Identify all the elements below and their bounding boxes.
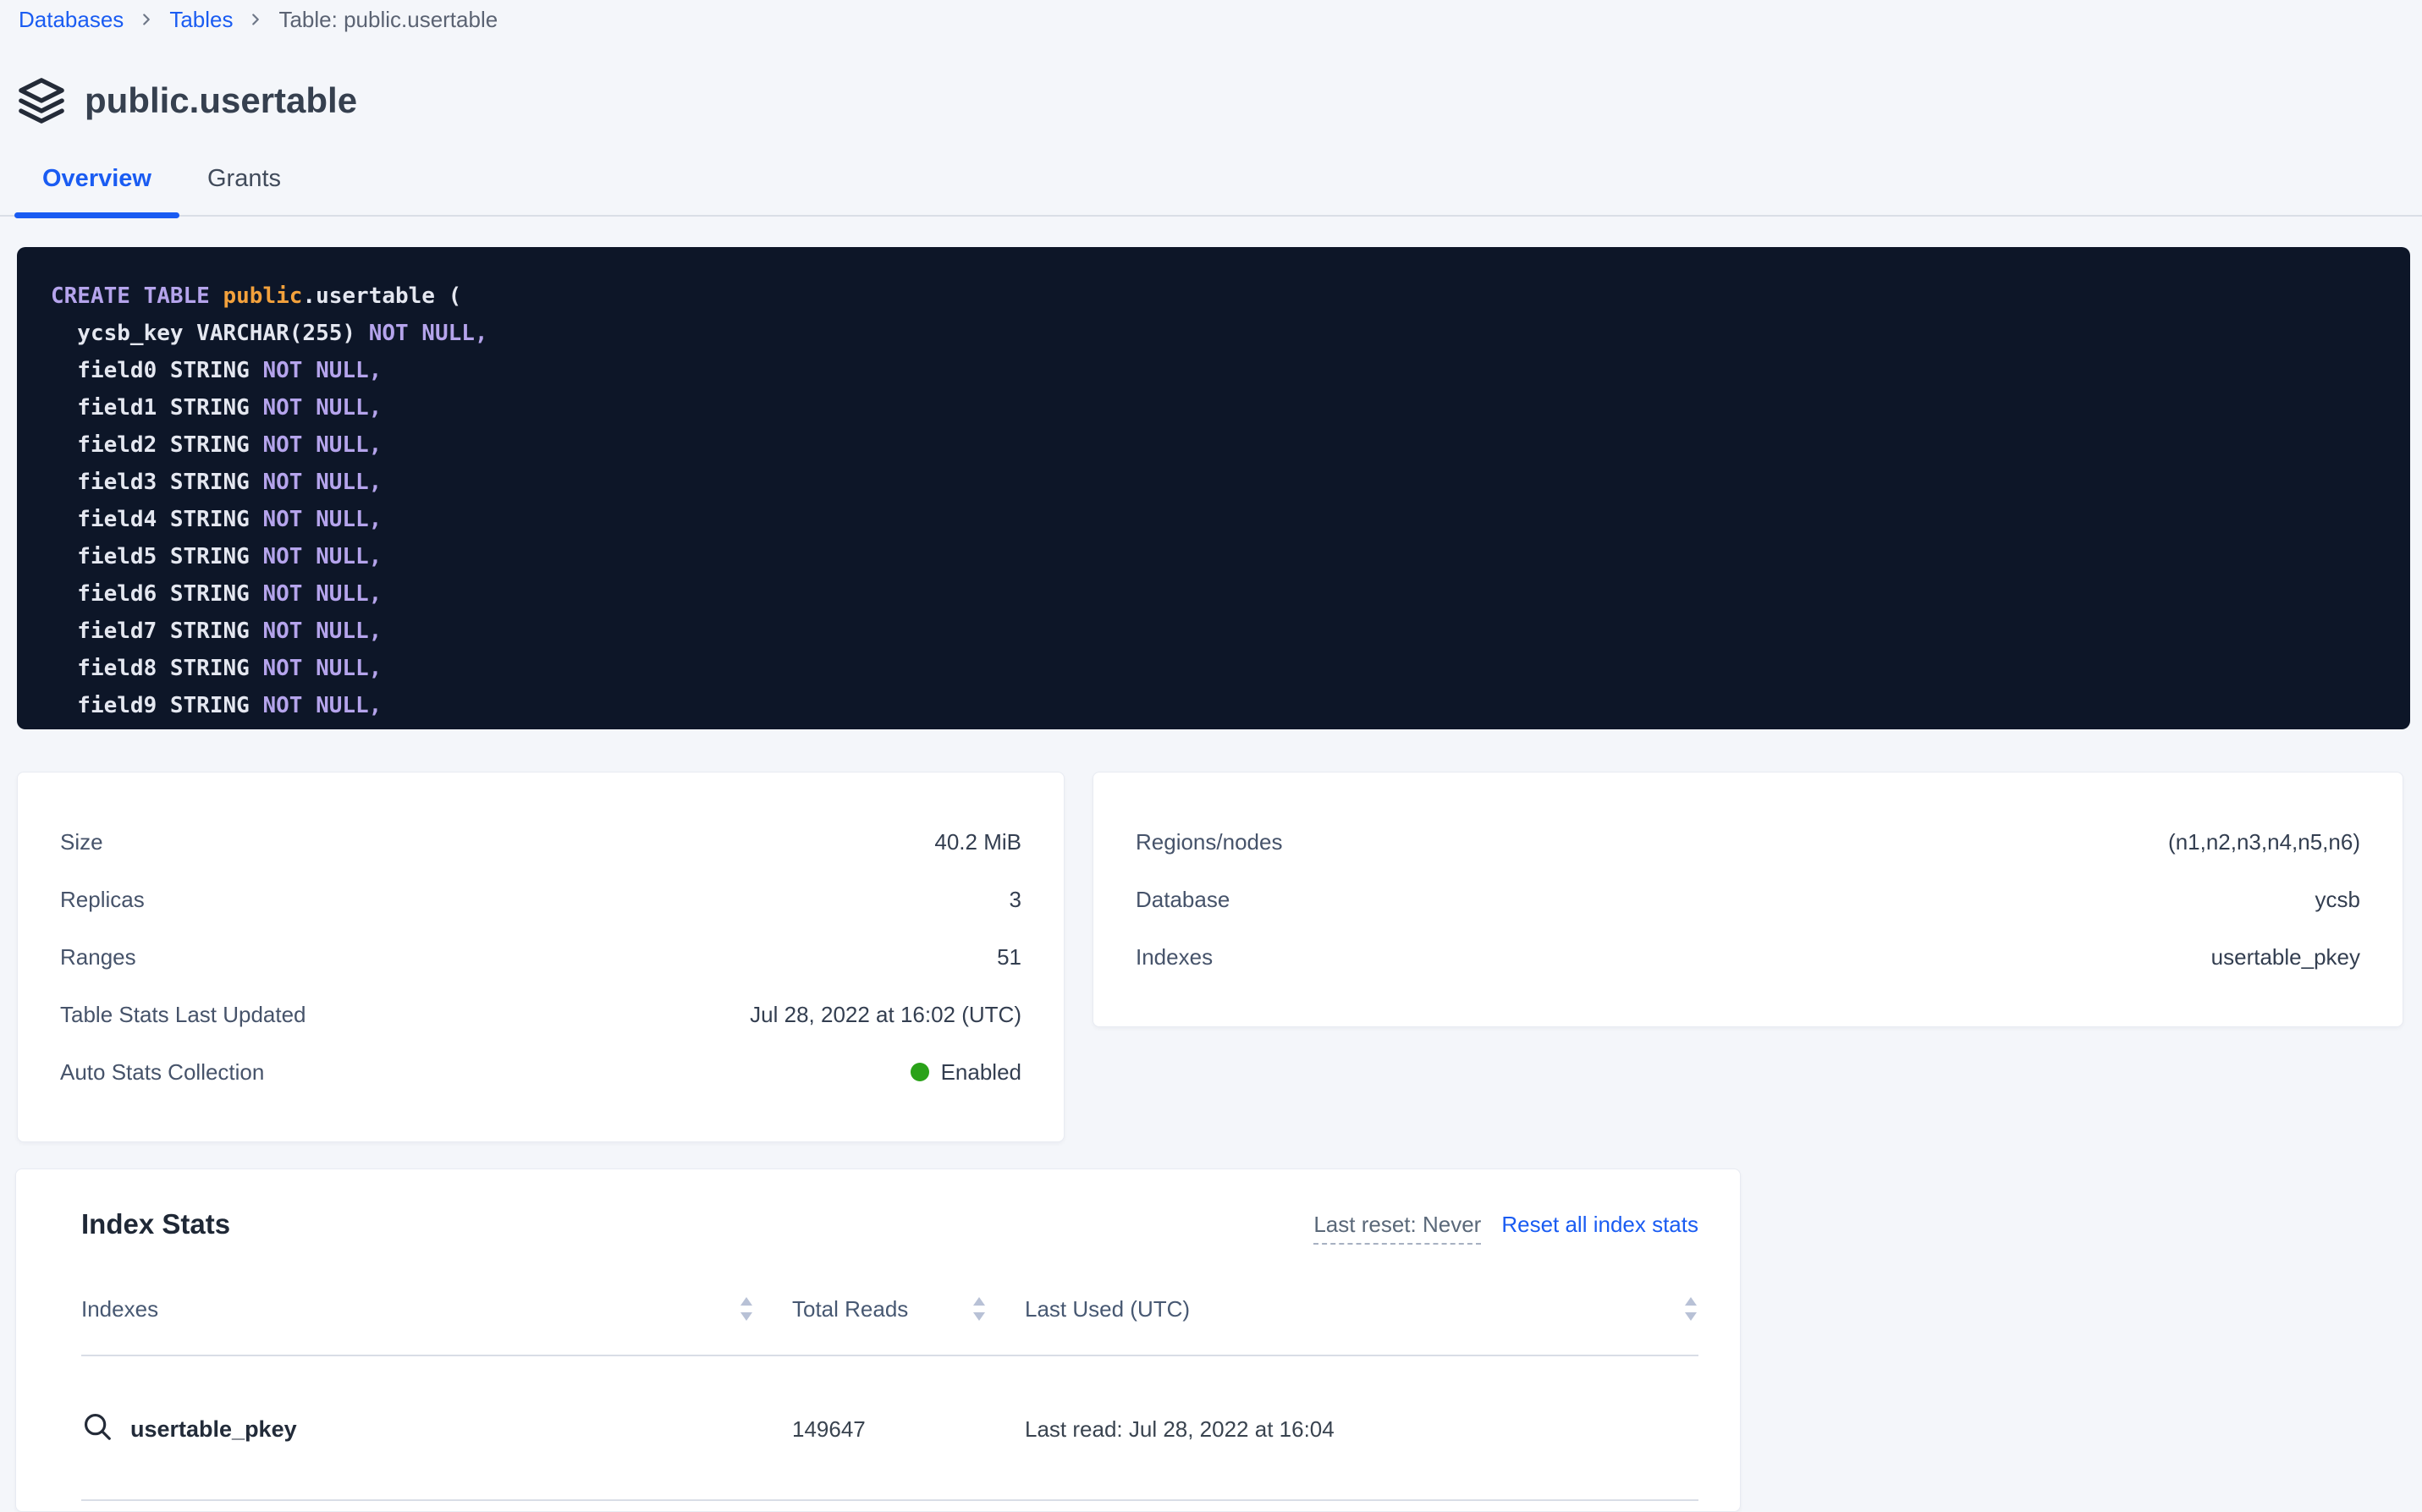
detail-value: 51: [997, 944, 1021, 970]
detail-row: Table Stats Last Updated Jul 28, 2022 at …: [60, 986, 1021, 1043]
detail-label: Regions/nodes: [1136, 829, 1282, 855]
sort-icon[interactable]: [972, 1295, 987, 1322]
detail-value: 40.2 MiB: [934, 829, 1021, 855]
detail-value: (n1,n2,n3,n4,n5,n6): [2168, 829, 2360, 855]
index-table-body: usertable_pkey 149647Last read: Jul 28, 2…: [81, 1356, 1698, 1501]
breadcrumb-tables[interactable]: Tables: [169, 7, 233, 33]
sql-line: CREATE TABLE public.usertable (: [51, 278, 2410, 315]
table-meta-card: Regions/nodes (n1,n2,n3,n4,n5,n6) Database…: [1093, 772, 2403, 1027]
sql-line: field4 STRING NOT NULL,: [51, 501, 2410, 538]
detail-label: Auto Stats Collection: [60, 1059, 264, 1086]
detail-label: Indexes: [1136, 944, 1213, 970]
detail-row: Database ycsb: [1136, 871, 2360, 928]
detail-row: Replicas 3: [60, 871, 1021, 928]
reset-index-stats-link[interactable]: Reset all index stats: [1501, 1212, 1698, 1238]
sql-line: field7 STRING NOT NULL,: [51, 613, 2410, 650]
detail-row: Size 40.2 MiB: [60, 813, 1021, 871]
last-reset-label: Last reset: Never: [1313, 1212, 1481, 1245]
sql-line: field1 STRING NOT NULL,: [51, 389, 2410, 426]
sql-line: field3 STRING NOT NULL,: [51, 464, 2410, 501]
index-name: usertable_pkey: [130, 1416, 297, 1443]
detail-label: Ranges: [60, 944, 136, 970]
breadcrumb: Databases Tables Table: public.usertable: [0, 0, 2422, 39]
detail-row: Indexes usertable_pkey: [1136, 928, 2360, 986]
total-reads-value: 149647: [792, 1416, 1025, 1443]
detail-value: ycsb: [2315, 887, 2360, 913]
tab-grants[interactable]: Grants: [179, 164, 309, 215]
index-table-row: usertable_pkey 149647Last read: Jul 28, 2…: [81, 1356, 1698, 1501]
details-section: Size 40.2 MiB Replicas 3 Ranges 51 Table Stats…: [17, 772, 2403, 1142]
index-stats-card: Index Stats Last reset: Never Reset all …: [15, 1168, 1741, 1512]
detail-label: Replicas: [60, 887, 145, 913]
table-details-card: Size 40.2 MiB Replicas 3 Ranges 51 Table Stats…: [17, 772, 1065, 1142]
detail-label: Size: [60, 829, 103, 855]
page-header: public.usertable: [17, 76, 2422, 125]
page-title: public.usertable: [85, 80, 357, 121]
breadcrumb-current: Table: public.usertable: [278, 7, 498, 33]
breadcrumb-databases[interactable]: Databases: [19, 7, 124, 33]
create-table-sql-block: CREATE TABLE public.usertable ( ycsb_key…: [17, 247, 2410, 729]
column-header-last-used[interactable]: Last Used (UTC): [1025, 1295, 1698, 1322]
sql-line: field9 STRING NOT NULL,: [51, 687, 2410, 724]
tab-overview[interactable]: Overview: [14, 164, 179, 215]
sort-icon[interactable]: [1683, 1295, 1698, 1322]
sql-line: field6 STRING NOT NULL,: [51, 575, 2410, 613]
layers-icon: [17, 76, 66, 125]
sort-icon[interactable]: [739, 1295, 754, 1322]
index-table-header: Indexes Total Reads Last Used (UTC): [81, 1295, 1698, 1356]
detail-row: Regions/nodes (n1,n2,n3,n4,n5,n6): [1136, 813, 2360, 871]
sql-line: field8 STRING NOT NULL,: [51, 650, 2410, 687]
index-name-link[interactable]: usertable_pkey: [81, 1410, 792, 1449]
column-header-total-reads[interactable]: Total Reads: [792, 1295, 1025, 1322]
detail-value: Jul 28, 2022 at 16:02 (UTC): [750, 1002, 1021, 1028]
status-dot: [911, 1063, 929, 1081]
detail-value: 3: [1010, 887, 1021, 913]
column-header-indexes[interactable]: Indexes: [81, 1295, 792, 1322]
detail-row: Ranges 51: [60, 928, 1021, 986]
detail-value: usertable_pkey: [2211, 944, 2360, 970]
sql-line: field0 STRING NOT NULL,: [51, 352, 2410, 389]
last-used-value: Last read: Jul 28, 2022 at 16:04: [1025, 1416, 1698, 1443]
sql-line: ycsb_key VARCHAR(255) NOT NULL,: [51, 315, 2410, 352]
tabs-bar: Overview Grants: [0, 164, 2422, 217]
search-icon: [81, 1410, 113, 1449]
chevron-right-icon: [246, 10, 265, 29]
index-stats-title: Index Stats: [81, 1208, 230, 1240]
detail-row: Auto Stats Collection Enabled: [60, 1043, 1021, 1101]
sql-line: field5 STRING NOT NULL,: [51, 538, 2410, 575]
sql-line: field2 STRING NOT NULL,: [51, 426, 2410, 464]
detail-label: Database: [1136, 887, 1230, 913]
detail-value: Enabled: [911, 1059, 1021, 1086]
detail-label: Table Stats Last Updated: [60, 1002, 306, 1028]
chevron-right-icon: [137, 10, 156, 29]
